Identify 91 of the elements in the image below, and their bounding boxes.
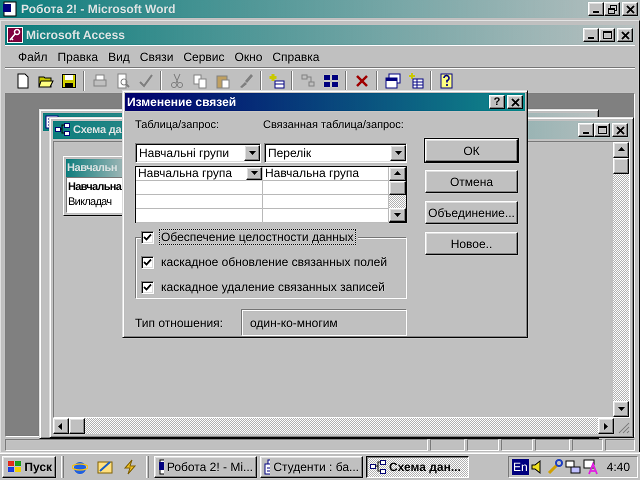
arrow-down-icon (394, 148, 402, 158)
table-cell[interactable] (263, 195, 389, 209)
table-cell[interactable]: Навчальна група (136, 167, 263, 181)
checkbox-label[interactable]: каскадное обновление связанных полей (159, 254, 390, 270)
clock: 4:40 (606, 460, 631, 474)
menu-item[interactable]: Правка (52, 48, 104, 66)
checkbox[interactable] (141, 256, 154, 268)
dialog-button[interactable]: Объединение... (425, 201, 518, 224)
close-icon (626, 4, 634, 14)
scroll-down-button[interactable] (613, 401, 629, 417)
lightning-icon (122, 458, 138, 474)
restore-icon (608, 4, 616, 14)
menu-item[interactable]: Файл (13, 48, 53, 66)
table-cell[interactable] (136, 181, 263, 195)
related-table-label: Связанная таблица/запрос: (263, 119, 405, 133)
close-icon (510, 98, 520, 106)
table-label: Таблица/запрос: (135, 119, 220, 133)
scroll-thumb[interactable] (389, 181, 406, 195)
taskbar-button[interactable]: Студенти : ба... (260, 456, 363, 478)
minimize-icon (583, 132, 589, 134)
menu-item[interactable]: Окно (229, 48, 268, 66)
table-cell[interactable] (136, 195, 263, 209)
relationship-icon (55, 123, 71, 137)
status-panel (501, 439, 533, 451)
scroll-up-button[interactable] (389, 167, 406, 181)
taskbar-button[interactable]: Схема дан... (366, 456, 469, 478)
language-indicator[interactable]: En (512, 458, 529, 474)
document-icon (158, 458, 164, 474)
wrench-icon[interactable] (546, 458, 563, 474)
table-dropdown[interactable]: Навчальні групи (135, 143, 261, 163)
related-table-dropdown[interactable]: Перелік (264, 143, 407, 163)
vertical-scrollbar[interactable] (613, 142, 629, 417)
minimize-icon (588, 37, 594, 39)
maximize-icon (602, 30, 612, 40)
windows-logo-icon (6, 458, 22, 474)
dialog-button[interactable]: Новое.. (425, 232, 518, 255)
window-title: Схема да (73, 124, 122, 136)
table-cell[interactable] (263, 181, 389, 195)
horizontal-scrollbar[interactable] (53, 418, 614, 434)
minimize-icon (593, 11, 599, 13)
scroll-right-button[interactable] (598, 418, 614, 434)
window-title: Робота 2! - Microsoft Word (21, 2, 176, 16)
status-panel (572, 439, 604, 451)
arrow-down-icon (616, 404, 626, 414)
network-icon[interactable] (564, 458, 581, 474)
arrow-down-icon (248, 148, 256, 158)
scroll-thumb[interactable] (69, 418, 85, 434)
document-icon (2, 1, 18, 17)
scroll-up-button[interactable] (613, 142, 629, 158)
checkbox[interactable] (141, 280, 154, 294)
checkbox-label[interactable]: Обеспечение целостности данных (159, 229, 356, 245)
window-title: Microsoft Access (26, 28, 125, 42)
font-icon[interactable] (582, 458, 599, 474)
dialog-button[interactable]: ОК (425, 139, 518, 162)
taskbar-button[interactable]: Робота 2! - Mi... (154, 456, 257, 478)
check-icon (143, 282, 152, 292)
scroll-thumb[interactable] (613, 158, 629, 174)
envelope-icon (97, 458, 113, 474)
dialog-button[interactable]: Отмена (425, 170, 518, 193)
menu-item[interactable]: Справка (267, 48, 324, 66)
relationship-type-label: Тип отношения: (135, 316, 224, 330)
menu-item[interactable]: Вид (103, 48, 135, 66)
checkbox-label[interactable]: каскадное удаление связанных записей (159, 279, 387, 295)
key-icon (7, 27, 23, 43)
status-panel (534, 439, 570, 451)
arrow-down-icon (393, 210, 402, 220)
vertical-scrollbar[interactable] (389, 167, 406, 222)
close-icon (620, 30, 630, 40)
status-panel (467, 439, 499, 451)
scroll-left-button[interactable] (53, 418, 69, 434)
checkbox[interactable] (141, 230, 154, 244)
check-icon (143, 258, 152, 266)
check-icon (143, 232, 152, 242)
maximize-icon (598, 126, 606, 134)
table-cell[interactable] (263, 209, 389, 223)
relationship-icon (370, 458, 386, 474)
windows-icon (264, 458, 270, 474)
menu-item[interactable]: Связи (134, 48, 178, 66)
relationship-type-field: один-ко-многим (241, 309, 407, 336)
status-panel (430, 439, 466, 451)
status-panel (605, 439, 636, 451)
scroll-down-button[interactable] (389, 208, 406, 222)
table-cell[interactable] (136, 209, 263, 223)
table-cell[interactable]: Навчальна група (263, 167, 389, 181)
close-icon (616, 126, 624, 134)
help-button[interactable]: ? (489, 95, 505, 109)
close-button[interactable] (507, 95, 523, 109)
arrow-right-icon (602, 422, 610, 430)
start-button[interactable]: Пуск (2, 456, 56, 478)
menu-item[interactable]: Сервис (178, 48, 230, 66)
dialog-title: Изменение связей (127, 95, 236, 109)
